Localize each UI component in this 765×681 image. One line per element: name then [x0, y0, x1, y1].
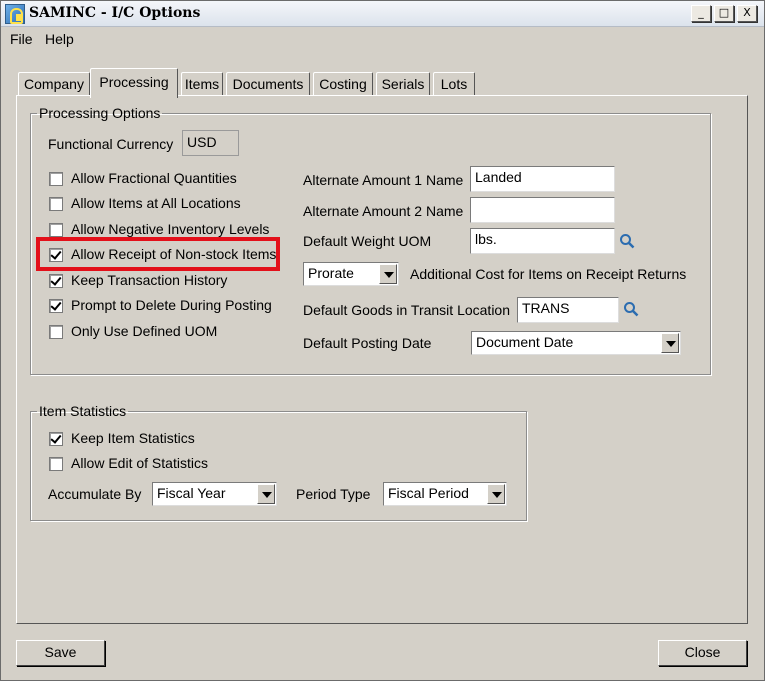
default-posting-date-label: Default Posting Date: [303, 335, 432, 351]
tab-processing[interactable]: Processing: [90, 68, 178, 98]
save-button[interactable]: Save: [16, 640, 105, 666]
goods-in-transit-label: Default Goods in Transit Location: [303, 302, 511, 318]
alt-amount-1-input[interactable]: Landed: [470, 166, 615, 192]
checkbox-box[interactable]: [49, 248, 63, 262]
checkbox-box[interactable]: [49, 299, 63, 313]
close-window-button[interactable]: X: [737, 5, 757, 22]
checkbox-label: Allow Negative Inventory Levels: [71, 221, 270, 237]
goods-in-transit-input[interactable]: TRANS: [517, 297, 619, 323]
chevron-down-icon[interactable]: [379, 264, 397, 284]
checkbox-label: Allow Receipt of Non-stock Items: [71, 246, 277, 262]
checkbox-box[interactable]: [49, 325, 63, 339]
checkbox-label: Only Use Defined UOM: [71, 323, 218, 339]
search-icon[interactable]: [623, 301, 639, 317]
tab-costing[interactable]: Costing: [313, 72, 373, 96]
checkbox-label: Allow Edit of Statistics: [71, 455, 208, 471]
checkbox-label: Prompt to Delete During Posting: [71, 297, 272, 313]
tab-items[interactable]: Items: [181, 72, 223, 96]
alt-amount-2-input[interactable]: [470, 197, 615, 223]
alt-amount-1-label: Alternate Amount 1 Name: [303, 172, 464, 188]
search-icon[interactable]: [619, 233, 635, 249]
tab-lots[interactable]: Lots: [433, 72, 475, 96]
tab-company[interactable]: Company: [18, 72, 90, 96]
tab-serials[interactable]: Serials: [376, 72, 430, 96]
default-weight-uom-input[interactable]: lbs.: [470, 228, 615, 254]
select-value: Fiscal Period: [388, 485, 469, 501]
title-bar[interactable]: SAMINC - I/C Options _ □ X: [1, 1, 764, 27]
functional-currency-field: USD: [182, 130, 239, 156]
chevron-down-icon[interactable]: [257, 484, 275, 504]
window-title: SAMINC - I/C Options: [29, 5, 201, 21]
functional-currency-label: Functional Currency: [48, 136, 174, 152]
select-value: Document Date: [476, 334, 574, 350]
additional-cost-select[interactable]: Prorate: [303, 262, 399, 286]
checkbox-label: Keep Transaction History: [71, 272, 228, 288]
additional-cost-label: Additional Cost for Items on Receipt Ret…: [410, 266, 687, 282]
menu-bar: File Help: [1, 28, 764, 50]
checkbox-box[interactable]: [49, 172, 63, 186]
period-type-select[interactable]: Fiscal Period: [383, 482, 507, 506]
checkbox-box[interactable]: [49, 223, 63, 237]
checkbox-label: Keep Item Statistics: [71, 430, 195, 446]
checkbox-label: Allow Fractional Quantities: [71, 170, 237, 186]
accumulate-by-label: Accumulate By: [48, 486, 142, 502]
accumulate-by-select[interactable]: Fiscal Year: [152, 482, 277, 506]
item-statistics-title: Item Statistics: [39, 403, 127, 419]
maximize-button[interactable]: □: [714, 5, 734, 22]
close-button[interactable]: Close: [658, 640, 747, 666]
checkbox-box[interactable]: [49, 197, 63, 211]
menu-help[interactable]: Help: [45, 31, 74, 47]
processing-options-title: Processing Options: [39, 105, 161, 121]
checkbox-box[interactable]: [49, 432, 63, 446]
minimize-button[interactable]: _: [691, 5, 711, 22]
default-weight-uom-label: Default Weight UOM: [303, 233, 432, 249]
checkbox-box[interactable]: [49, 274, 63, 288]
menu-file[interactable]: File: [10, 31, 33, 47]
chevron-down-icon[interactable]: [487, 484, 505, 504]
options-window: SAMINC - I/C Options _ □ X File Help Com…: [0, 0, 765, 681]
alt-amount-2-label: Alternate Amount 2 Name: [303, 203, 464, 219]
period-type-label: Period Type: [296, 486, 371, 502]
chevron-down-icon[interactable]: [661, 333, 679, 353]
select-value: Prorate: [308, 265, 354, 281]
checkbox-box[interactable]: [49, 457, 63, 471]
tab-documents[interactable]: Documents: [226, 72, 310, 96]
checkbox-label: Allow Items at All Locations: [71, 195, 241, 211]
app-icon: [5, 4, 25, 24]
select-value: Fiscal Year: [157, 485, 226, 501]
default-posting-date-select[interactable]: Document Date: [471, 331, 681, 355]
